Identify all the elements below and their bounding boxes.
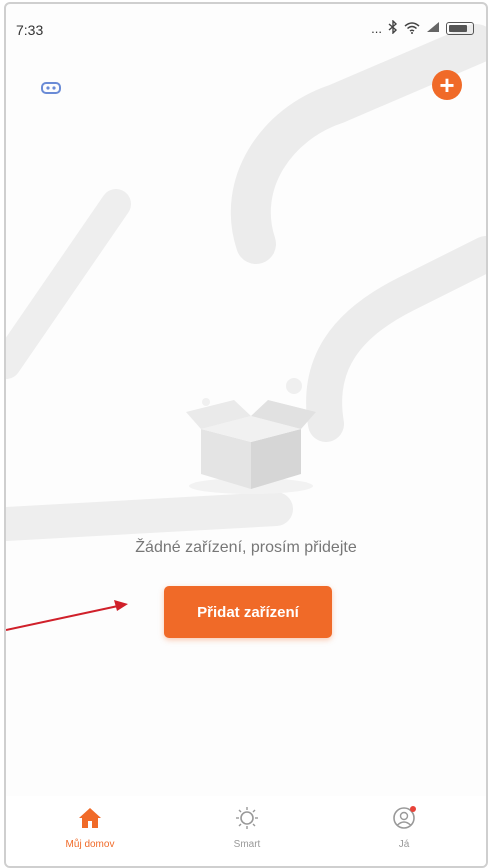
status-bar: 7:33 ...	[6, 4, 486, 44]
wifi-icon	[404, 21, 420, 37]
tab-my-home[interactable]: Můj domov	[30, 806, 150, 850]
empty-state-message: Žádné zařízení, prosím přidejte	[135, 539, 357, 556]
home-select-icon	[41, 82, 61, 94]
phone-screen: 7:33 ... + Žádné zařízení, prosím přidej…	[4, 2, 488, 868]
signal-icon	[426, 21, 440, 36]
annotation-arrow	[6, 600, 128, 631]
sun-icon	[236, 807, 258, 829]
notification-dot	[410, 806, 416, 812]
tab-me-label: Já	[398, 839, 410, 850]
tab-smart[interactable]: Smart	[187, 806, 307, 850]
profile-icon	[393, 806, 416, 829]
plus-icon: +	[439, 70, 455, 100]
bluetooth-icon	[388, 19, 398, 37]
add-device-button[interactable]: Přidat zařízení	[164, 586, 332, 638]
tab-me[interactable]: Já	[344, 806, 464, 850]
tab-my-home-label: Můj domov	[65, 839, 115, 850]
empty-box-illustration	[186, 378, 316, 494]
status-time: 7:33	[16, 22, 44, 38]
more-indicator: ...	[371, 21, 382, 36]
status-icons: ...	[371, 19, 474, 37]
home-icon	[79, 808, 101, 828]
battery-icon	[446, 22, 474, 35]
bottom-tab-bar: Můj domov Smart Já	[6, 796, 486, 866]
home-select-button[interactable]	[36, 76, 66, 102]
tab-smart-label: Smart	[233, 839, 261, 850]
add-device-top-button[interactable]: +	[432, 70, 462, 100]
